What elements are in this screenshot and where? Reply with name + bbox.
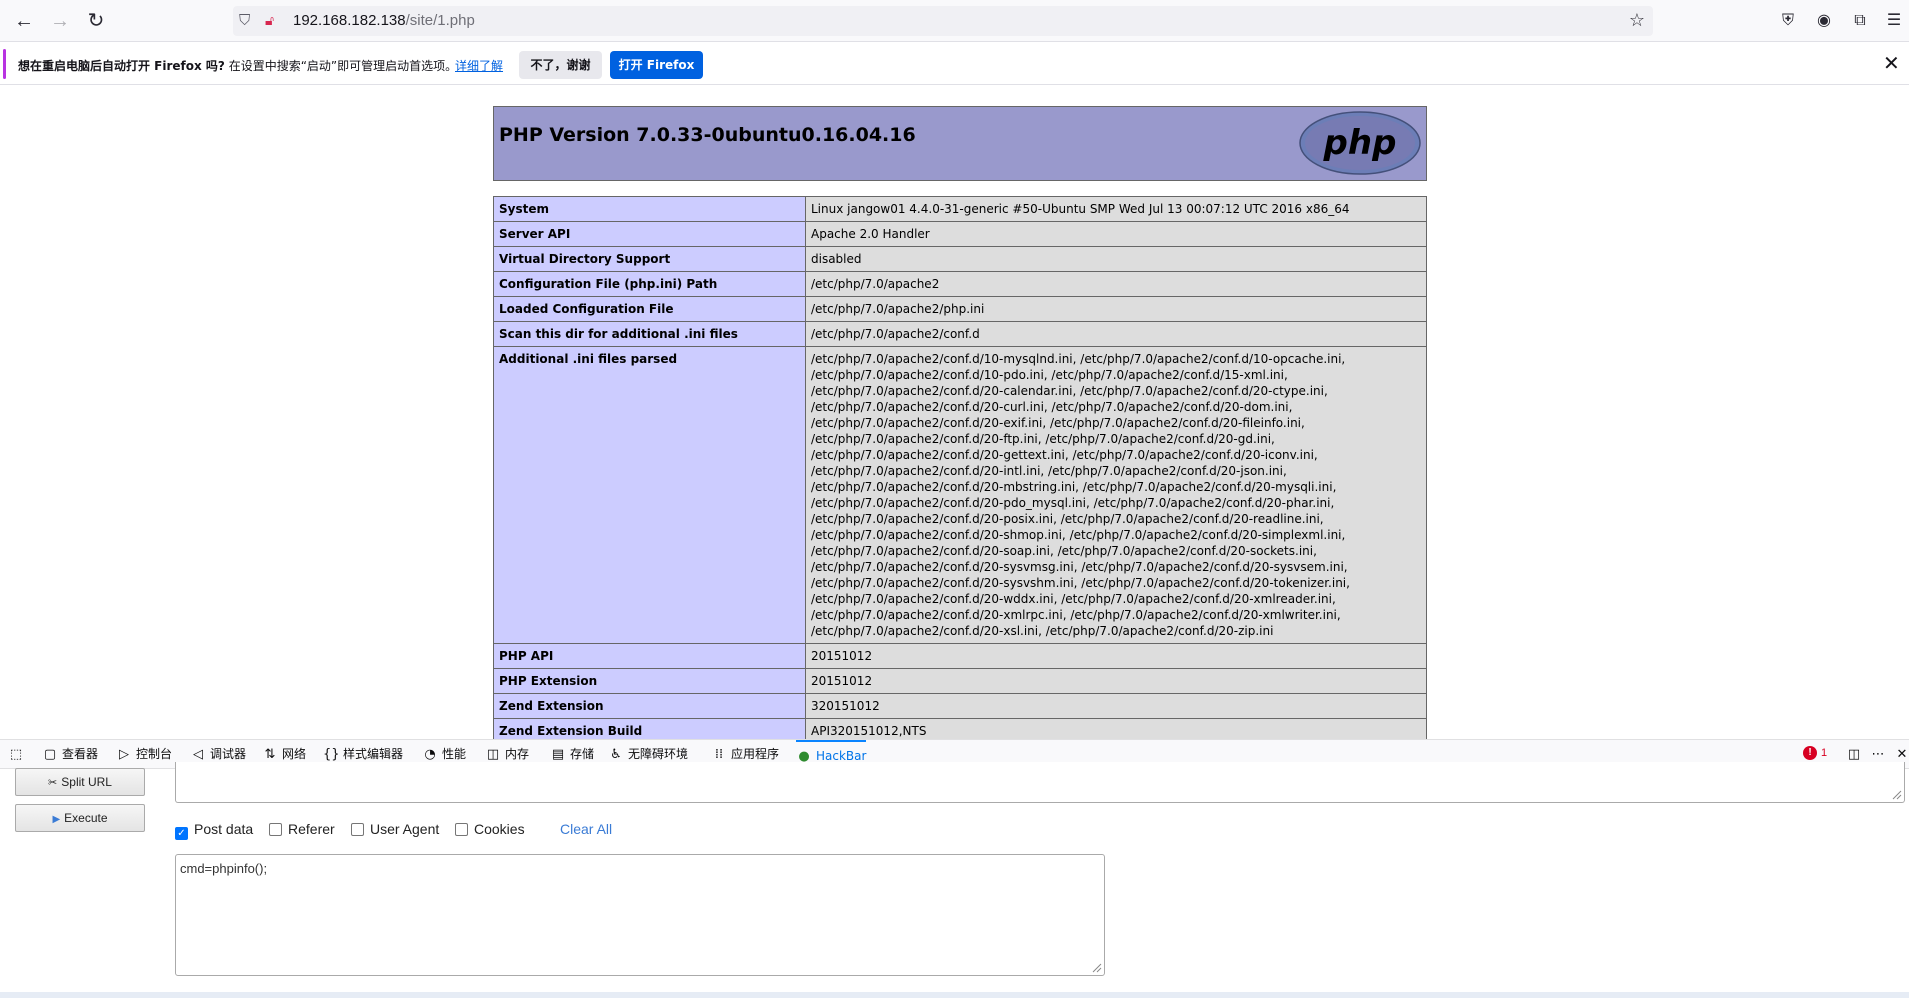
tab-label: 查看器 — [62, 747, 99, 761]
notification-accent — [3, 49, 6, 79]
tab-label: 控制台 — [136, 747, 173, 761]
split-url-button[interactable]: ✂︎ Split URL — [15, 768, 145, 796]
info-value: /etc/php/7.0/apache2 — [805, 271, 1427, 297]
info-key: System — [493, 196, 806, 222]
info-key: Virtual Directory Support — [493, 246, 806, 272]
play-icon: ▶ — [52, 814, 61, 825]
execute-button[interactable]: ▶ Execute — [15, 804, 145, 832]
info-value: 320151012 — [805, 693, 1427, 719]
check-icon[interactable]: ✓ — [175, 827, 188, 840]
info-key: Additional .ini files parsed — [493, 346, 806, 644]
info-value: /etc/php/7.0/apache2/conf.d/10-mysqlnd.i… — [805, 346, 1427, 644]
php-logo-text: php — [1323, 123, 1397, 163]
resize-grip-icon[interactable] — [1892, 790, 1902, 800]
post-data-value: cmd=phpinfo(); — [180, 861, 268, 876]
info-value: /etc/php/7.0/apache2/conf.d — [805, 321, 1427, 347]
tab-label: 存储 — [570, 747, 595, 761]
tab-label: 样式编辑器 — [343, 747, 404, 761]
resize-grip-icon[interactable] — [1092, 963, 1102, 973]
bookmark-star-icon[interactable]: ☆ — [1629, 10, 1645, 31]
status-strip — [0, 992, 1909, 998]
info-row: Configuration File (php.ini) Path/etc/ph… — [493, 271, 1427, 297]
browser-toolbar: ← → ↻ ⛉ 🔓︎ 192.168.182.138/site/1.php ☆ … — [0, 0, 1909, 42]
error-icon[interactable]: ! — [1803, 746, 1817, 760]
php-info-table: System Linux jangow01 4.4.0-31-generic #5… — [493, 196, 1427, 739]
pocket-icon[interactable]: ⛨ — [1777, 10, 1799, 32]
tab-label: 网络 — [282, 747, 307, 761]
account-icon[interactable]: ◉ — [1813, 10, 1835, 32]
console-icon: ▷ — [119, 747, 129, 762]
info-key: Zend Extension — [493, 693, 806, 719]
info-key: PHP Extension — [493, 668, 806, 694]
info-row: Scan this dir for additional .ini files /… — [493, 321, 1427, 347]
extensions-icon[interactable]: ⧉ — [1849, 10, 1871, 32]
url-textarea[interactable] — [175, 762, 1905, 803]
info-value: Apache 2.0 Handler — [805, 221, 1427, 247]
tab-label: 无障碍环境 — [628, 747, 689, 761]
info-key: Server API — [493, 221, 806, 247]
info-value: /etc/php/7.0/apache2/php.ini — [805, 296, 1427, 322]
info-row: Additional .ini files parsed/etc/php/7.0… — [493, 346, 1427, 644]
tab-label: 内存 — [505, 747, 530, 761]
php-version-header: PHP Version 7.0.33-0ubuntu0.16.04.16 php — [493, 106, 1427, 181]
url-bar[interactable]: ⛉ 🔓︎ 192.168.182.138/site/1.php ☆ — [233, 6, 1653, 36]
tab-label: 调试器 — [210, 747, 247, 761]
scissors-icon: ✂︎ — [48, 777, 58, 789]
info-row: Zend Extension 320151012 — [493, 693, 1427, 719]
tab-console[interactable]: ▷ 控制台 — [116, 740, 172, 769]
reload-icon[interactable]: ↻ — [82, 8, 110, 34]
open-firefox-button[interactable]: 打开 Firefox — [610, 51, 703, 79]
info-key: Zend Extension Build — [493, 718, 806, 739]
forward-icon[interactable]: → — [46, 8, 74, 34]
info-key: Loaded Configuration File — [493, 296, 806, 322]
back-icon[interactable]: ← — [10, 8, 38, 34]
post-data-checkbox[interactable]: ✓ Post data — [175, 820, 253, 840]
tab-inspector[interactable]: ▢ 查看器 — [42, 740, 98, 769]
user-agent-checkbox[interactable]: User Agent — [351, 820, 439, 838]
info-value: API320151012,NTS — [805, 718, 1427, 739]
hackbar-panel: ✂︎ Split URL ▶ Execute ✓ Post data Referer … — [0, 762, 1909, 992]
menu-icon[interactable]: ☰ — [1883, 10, 1905, 32]
php-version-title: PHP Version 7.0.33-0ubuntu0.16.04.16 — [499, 124, 916, 146]
info-row: Zend Extension Build API320151012,NTS — [493, 718, 1427, 739]
tab-label: 性能 — [442, 747, 467, 761]
page-content: PHP Version 7.0.33-0ubuntu0.16.04.16 php… — [0, 86, 1909, 739]
post-data-textarea[interactable]: cmd=phpinfo(); — [175, 854, 1105, 976]
info-row: Server API Apache 2.0 Handler — [493, 221, 1427, 247]
info-row: PHP API 20151012 — [493, 643, 1427, 669]
insecure-lock-icon[interactable]: 🔓︎ — [265, 12, 274, 29]
decline-button[interactable]: 不了，谢谢 — [519, 51, 602, 79]
info-row: PHP Extension 20151012 — [493, 668, 1427, 694]
info-row: System Linux jangow01 4.4.0-31-generic #5… — [493, 196, 1427, 222]
notification-message: 想在重启电脑后自动打开 Firefox 吗? 在设置中搜索“启动”即可管理启动首… — [18, 59, 458, 73]
inspector-icon: ▢ — [43, 747, 57, 762]
php-logo: php — [1299, 111, 1421, 175]
info-value: 20151012 — [805, 668, 1427, 694]
info-row: Virtual Directory Support disabled — [493, 246, 1427, 272]
pick-element-icon[interactable]: ⬚ — [8, 740, 28, 769]
error-count[interactable]: 1 — [1821, 747, 1827, 759]
close-icon[interactable]: ✕ — [1883, 53, 1900, 75]
info-value: 20151012 — [805, 643, 1427, 669]
info-key: Configuration File (php.ini) Path — [493, 271, 806, 297]
info-key: PHP API — [493, 643, 806, 669]
cookies-checkbox[interactable]: Cookies — [455, 820, 525, 838]
info-key: Scan this dir for additional .ini files — [493, 321, 806, 347]
clear-all-link[interactable]: Clear All — [560, 820, 612, 838]
info-row: Loaded Configuration File/etc/php/7.0/ap… — [493, 296, 1427, 322]
tab-label: 应用程序 — [731, 747, 780, 761]
info-value: Linux jangow01 4.4.0-31-generic #50-Ubun… — [805, 196, 1427, 222]
url-text[interactable]: 192.168.182.138/site/1.php — [293, 12, 475, 29]
referer-checkbox[interactable]: Referer — [269, 820, 335, 838]
shield-icon[interactable]: ⛉ — [239, 12, 250, 29]
learn-more-link[interactable]: 详细了解 — [455, 57, 503, 74]
info-value: disabled — [805, 246, 1427, 272]
startup-notification-bar: 想在重启电脑后自动打开 Firefox 吗? 在设置中搜索“启动”即可管理启动首… — [0, 43, 1909, 85]
tab-label: HackBar — [816, 749, 867, 763]
